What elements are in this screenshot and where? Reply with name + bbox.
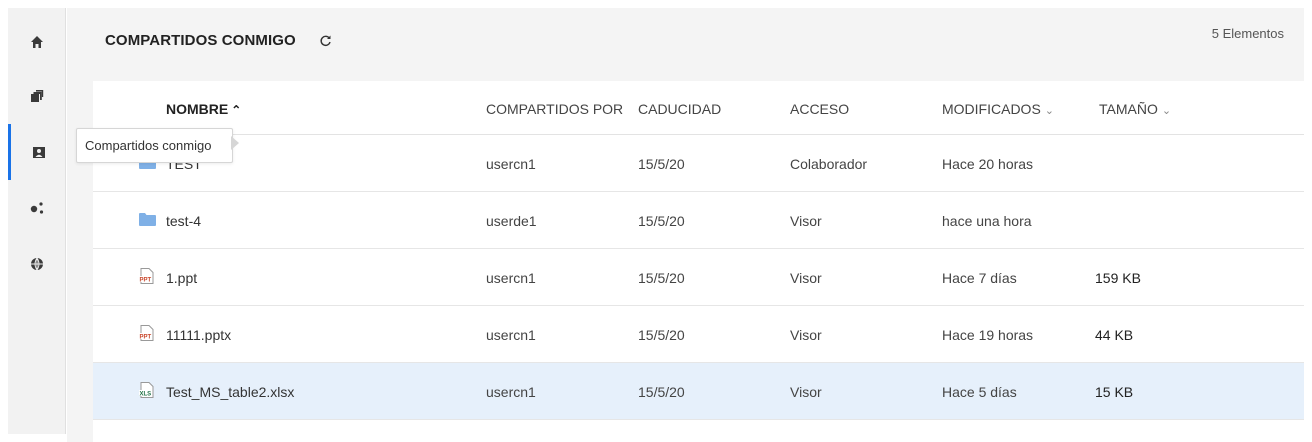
xls-file-icon: XLS: [139, 382, 154, 403]
svg-text:PPT: PPT: [140, 277, 152, 283]
item-count: 5 Elementos: [1211, 26, 1284, 41]
sidebar: [0, 0, 66, 442]
folder-icon: [139, 213, 156, 231]
file-name[interactable]: 11111.pptx: [166, 327, 231, 343]
column-header-shared-by: COMPARTIDOS POR: [486, 101, 624, 117]
network-folders-icon: [31, 257, 43, 271]
shared-by: usercn1: [486, 270, 536, 286]
expiry-date: 15/5/20: [638, 270, 685, 286]
access-level: Visor: [790, 213, 822, 229]
expiry-date: 15/5/20: [638, 156, 685, 172]
ppt-file-icon: PPT: [139, 268, 154, 289]
shared-by: userde1: [486, 213, 537, 229]
expiry-date: 15/5/20: [638, 384, 685, 400]
column-header-name[interactable]: NOMBRE ⌃: [166, 101, 241, 117]
shared-by: usercn1: [486, 327, 536, 343]
shared-by: usercn1: [486, 156, 536, 172]
svg-text:XLS: XLS: [140, 391, 152, 397]
refresh-icon[interactable]: [319, 34, 332, 47]
file-table: NOMBRE ⌃ COMPARTIDOS POR CADUCIDAD ACCESO…: [93, 81, 1304, 442]
nav-shared-with-me[interactable]: [8, 124, 66, 180]
ppt-file-icon: PPT: [139, 325, 154, 346]
table-row[interactable]: test-4 userde1 15/5/20 Visor hace una hora: [93, 192, 1304, 249]
page-title: COMPARTIDOS CONMIGO: [105, 32, 296, 49]
expiry-date: 15/5/20: [638, 213, 685, 229]
file-name[interactable]: test-4: [166, 213, 201, 229]
expiry-date: 15/5/20: [638, 327, 685, 343]
column-header-size[interactable]: TAMAÑO ⌄: [1099, 101, 1171, 117]
access-level: Visor: [790, 384, 822, 400]
column-label: MODIFICADOS: [942, 101, 1041, 117]
access-level: Colaborador: [790, 156, 868, 172]
file-size: 15 KB: [1095, 384, 1134, 400]
file-name[interactable]: Test_MS_table2.xlsx: [166, 384, 294, 400]
main-content: COMPARTIDOS CONMIGO 5 Elementos NOMBRE ⌃ …: [67, 8, 1304, 442]
nav-network-folders[interactable]: [8, 236, 66, 292]
file-size: 44 KB: [1095, 327, 1134, 343]
access-level: Visor: [790, 270, 822, 286]
shared-by: usercn1: [486, 384, 536, 400]
table-header: NOMBRE ⌃ COMPARTIDOS POR CADUCIDAD ACCESO…: [93, 81, 1304, 135]
chevron-down-icon: ⌄: [1044, 105, 1054, 117]
tooltip-text: Compartidos conmigo: [85, 138, 212, 153]
access-level: Visor: [790, 327, 822, 343]
nav-home[interactable]: [8, 14, 66, 70]
table-row[interactable]: PPT 11111.pptx usercn1 15/5/20 Visor Hace 19 …: [93, 306, 1304, 363]
chevron-down-icon: ⌄: [1161, 105, 1172, 117]
column-header-access: ACCESO: [790, 101, 850, 117]
tooltip: Compartidos conmigo: [76, 128, 233, 163]
shared-with-me-icon: [32, 147, 45, 158]
modified-date: Hace 19 horas: [942, 327, 1034, 343]
nav-my-files[interactable]: [8, 68, 66, 124]
home-icon: [31, 36, 43, 48]
table-row[interactable]: XLS Test_MS_table2.xlsx usercn1 15/5/20 Viso…: [93, 363, 1304, 420]
column-header-modified[interactable]: MODIFICADOS ⌄: [942, 101, 1054, 117]
column-label: NOMBRE: [166, 101, 229, 117]
file-name[interactable]: 1.ppt: [166, 270, 197, 286]
modified-date: Hace 5 días: [942, 384, 1017, 400]
nav-shared-by-me[interactable]: [8, 180, 66, 236]
my-files-icon: [31, 90, 44, 102]
shared-by-me-icon: [30, 202, 44, 214]
modified-date: hace una hora: [942, 213, 1032, 229]
column-label: TAMAÑO: [1099, 101, 1158, 117]
table-row[interactable]: TEST usercn1 15/5/20 Colaborador Hace 20 hor…: [93, 135, 1304, 192]
modified-date: Hace 20 horas: [942, 156, 1034, 172]
modified-date: Hace 7 días: [942, 270, 1017, 286]
table-row[interactable]: PPT 1.ppt usercn1 15/5/20 Visor Hace 7 días 15…: [93, 249, 1304, 306]
sort-ascending-icon: ⌃: [231, 103, 242, 117]
column-header-expiry: CADUCIDAD: [638, 101, 722, 117]
svg-text:PPT: PPT: [140, 334, 152, 340]
file-size: 159 KB: [1095, 270, 1141, 286]
